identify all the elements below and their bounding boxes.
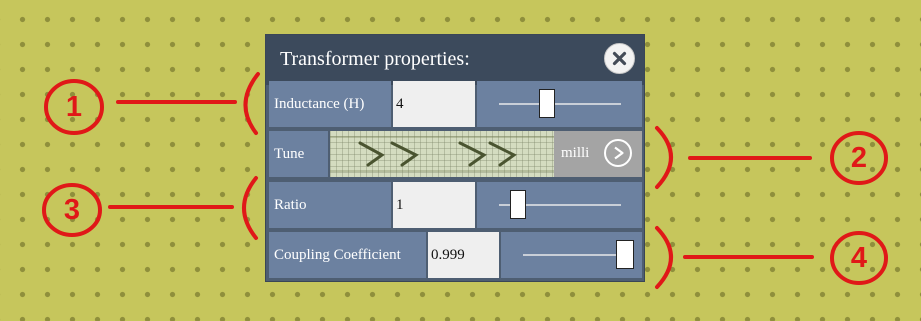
annotation-bracket-3: [242, 176, 258, 240]
coupling-slider-track: [523, 254, 625, 256]
coupling-row: Coupling Coefficient 0.999: [269, 232, 642, 278]
annotation-marker-4: 4: [850, 242, 868, 274]
ratio-slider[interactable]: [477, 182, 642, 228]
tune-unit: milli: [561, 145, 590, 161]
tune-row: Tune milli: [269, 131, 642, 177]
play-icon: [614, 146, 624, 160]
inductance-row: Inductance (H) 4: [269, 81, 642, 127]
annotation-bracket-2: [655, 126, 673, 189]
inductance-label: Inductance (H): [269, 81, 391, 127]
close-icon: [612, 51, 627, 66]
ratio-field[interactable]: 1: [393, 182, 475, 228]
ratio-slider-thumb[interactable]: [510, 190, 526, 219]
annotation-marker-3: 3: [63, 194, 81, 226]
inductance-slider[interactable]: [477, 81, 642, 127]
tune-chevrons: [330, 136, 554, 172]
play-button[interactable]: [604, 139, 632, 167]
tune-control[interactable]: [330, 131, 554, 177]
inductance-field[interactable]: 4: [393, 81, 475, 127]
close-button[interactable]: [604, 43, 635, 74]
transformer-properties-panel: Transformer properties: Inductance (H) 4…: [265, 34, 645, 282]
annotation-bracket-4: [655, 226, 673, 289]
ratio-row: Ratio 1: [269, 182, 642, 228]
ratio-label: Ratio: [269, 182, 391, 228]
coupling-label: Coupling Coefficient: [269, 232, 426, 278]
coupling-slider[interactable]: [501, 232, 642, 278]
tune-unit-control[interactable]: milli: [554, 131, 642, 177]
annotation-marker-1: 1: [65, 91, 83, 123]
annotation-bracket-1: [243, 72, 260, 135]
inductance-slider-thumb[interactable]: [539, 89, 555, 118]
coupling-field[interactable]: 0.999: [428, 232, 499, 278]
tune-label: Tune: [269, 131, 328, 177]
inductance-slider-track: [499, 103, 621, 105]
annotation-marker-2: 2: [850, 142, 868, 174]
panel-title: Transformer properties:: [280, 48, 470, 70]
panel-header: Transformer properties:: [266, 35, 644, 85]
coupling-slider-thumb[interactable]: [616, 240, 634, 269]
